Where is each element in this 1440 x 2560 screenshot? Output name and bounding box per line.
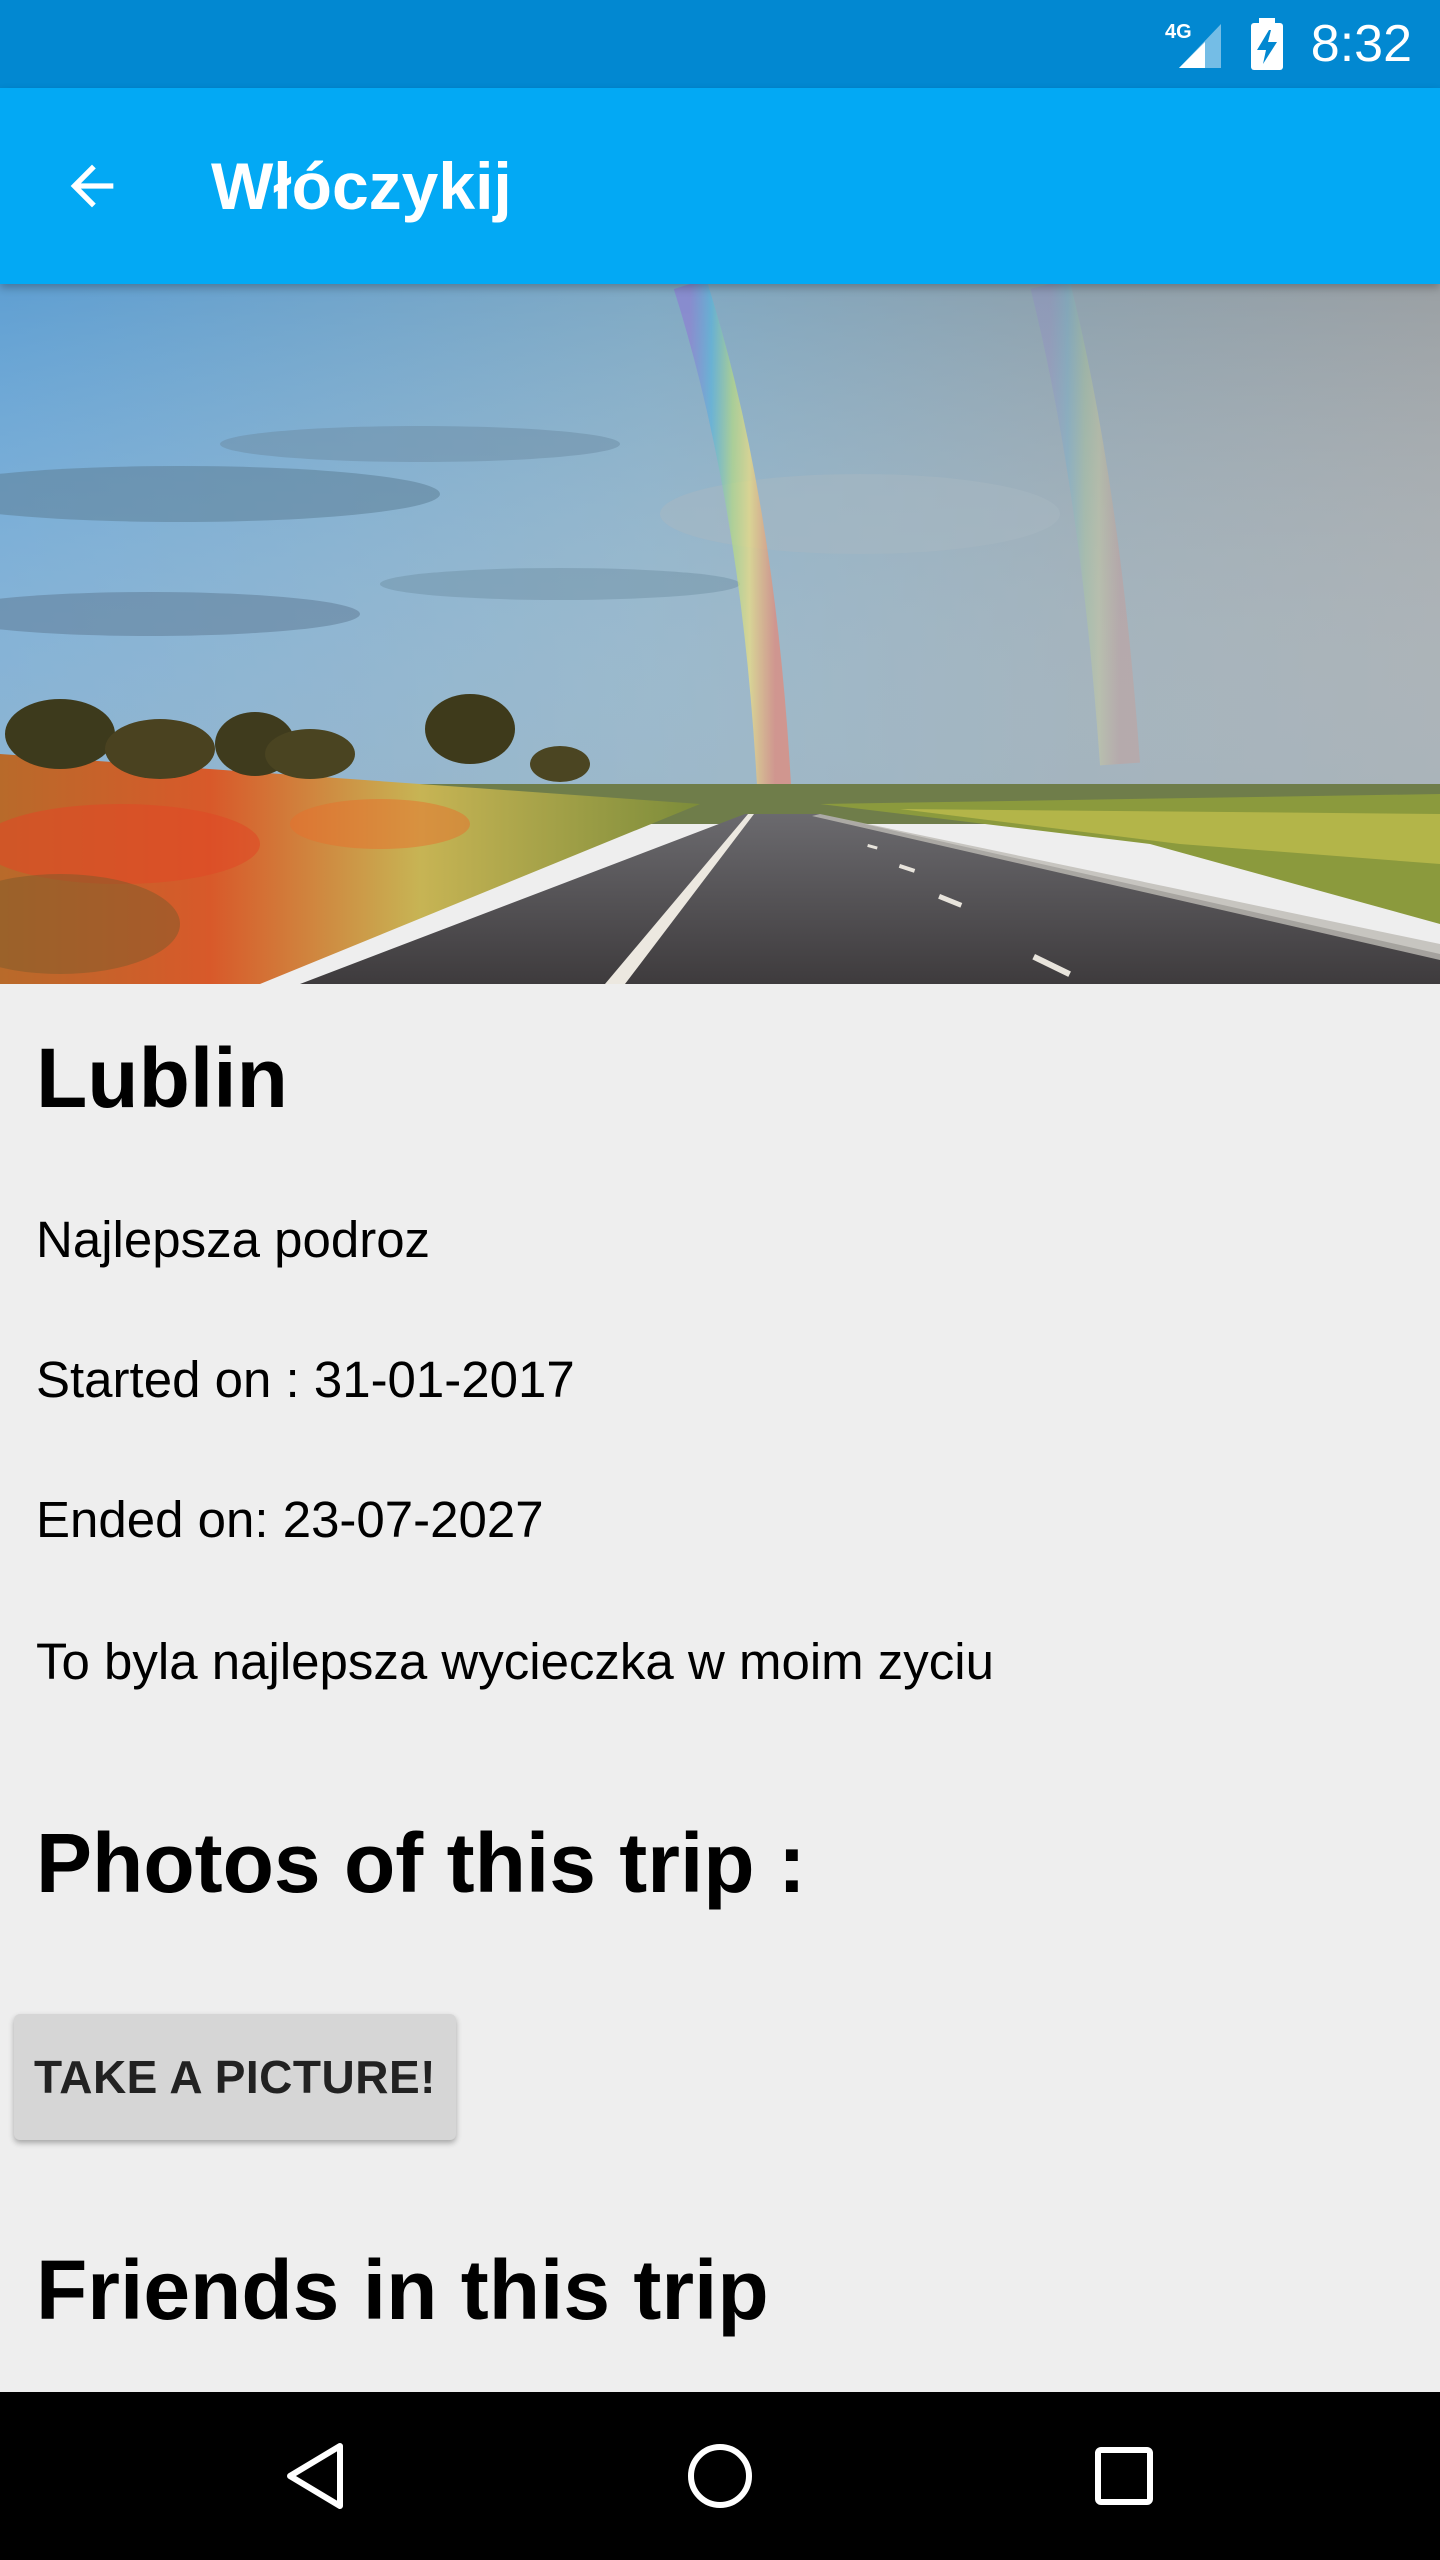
trip-end-date: Ended on: 23-07-2027	[36, 1491, 544, 1548]
status-bar: 4G 8:32	[0, 0, 1440, 88]
trip-description: Najlepsza podroz	[36, 1211, 431, 1268]
trip-notes: To byla najlepsza wycieczka w moim zyciu	[36, 1633, 994, 1690]
nav-back-button[interactable]	[256, 2416, 376, 2536]
svg-text:4G: 4G	[1165, 21, 1192, 43]
app-title: Włóczykij	[211, 149, 512, 223]
home-circle-icon	[688, 2444, 752, 2508]
nav-home-button[interactable]	[660, 2416, 780, 2536]
back-triangle-icon	[287, 2443, 343, 2509]
trip-city-title: Lublin	[36, 1031, 288, 1125]
clock: 8:32	[1310, 15, 1412, 73]
trip-start-date: Started on : 31-01-2017	[36, 1351, 575, 1408]
recents-square-icon	[1095, 2447, 1153, 2505]
status-icons: 4G 8:32	[1161, 0, 1412, 88]
back-button[interactable]	[40, 134, 144, 238]
take-picture-button[interactable]: TAKE A PICTURE!	[14, 2014, 456, 2140]
arrow-back-icon	[70, 164, 114, 208]
app-bar: Włóczykij	[0, 88, 1440, 284]
nav-recents-button[interactable]	[1064, 2416, 1184, 2536]
battery-charging-icon	[1250, 18, 1283, 70]
signal-4g-icon: 4G	[1165, 21, 1221, 68]
photos-section-heading: Photos of this trip :	[36, 1816, 806, 1910]
system-navigation-bar	[0, 2392, 1440, 2560]
trip-cover-image	[0, 284, 1440, 984]
friends-section-heading: Friends in this trip	[36, 2243, 769, 2337]
